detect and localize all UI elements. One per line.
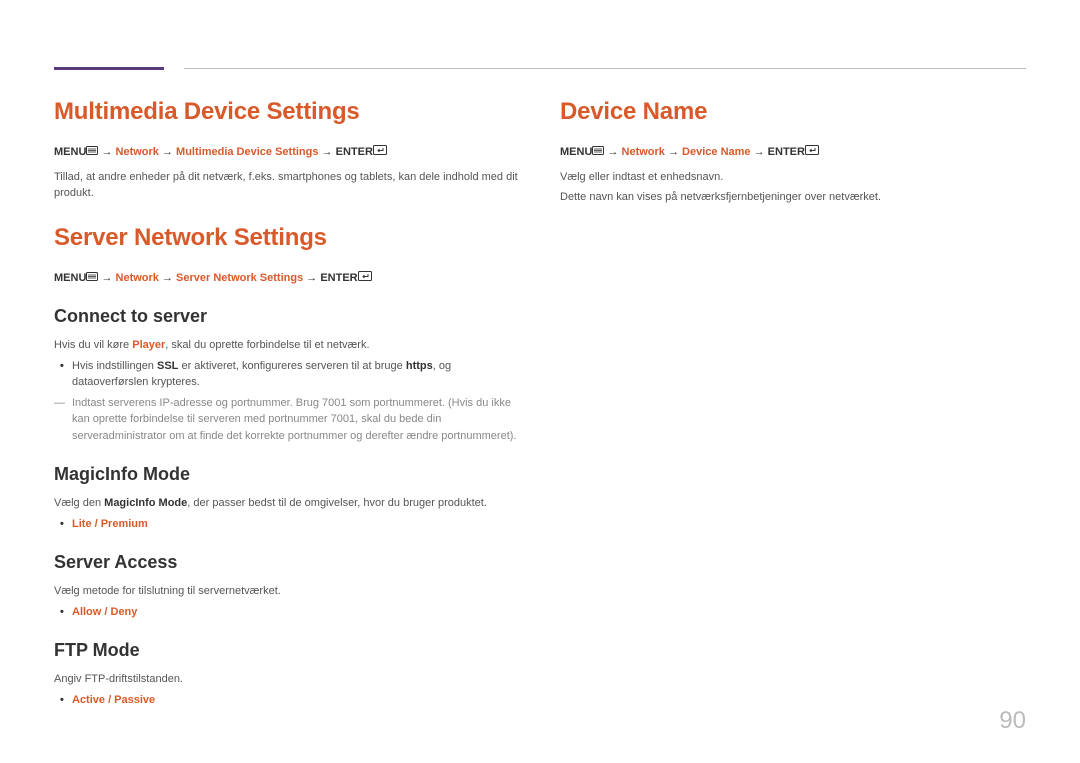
path-arrow-2: → — [665, 146, 682, 158]
path-arrow-3: → — [318, 146, 335, 158]
text-fragment: Hvis du vil køre — [54, 339, 132, 351]
player-label: Player — [132, 339, 165, 351]
header-rule — [54, 68, 1026, 70]
left-column: Multimedia Device Settings MENU → Networ… — [54, 98, 520, 723]
path-enter-label: ENTER — [336, 146, 373, 158]
nav-path-server-network: MENU → Network → Server Network Settings… — [54, 270, 520, 287]
heading-device-name: Device Name — [560, 98, 1026, 126]
device-name-description-2: Dette navn kan vises på netværksfjernbet… — [560, 189, 1026, 206]
menu-icon — [592, 144, 604, 161]
connect-bullets: Hvis indstillingen SSL er aktiveret, kon… — [54, 358, 520, 391]
path-arrow-3: → — [303, 272, 320, 284]
path-enter-label: ENTER — [320, 272, 357, 284]
path-network: Network — [622, 146, 665, 158]
device-name-description-1: Vælg eller indtast et enhedsnavn. — [560, 169, 1026, 186]
right-column: Device Name MENU → Network → Device Name… — [560, 98, 1026, 723]
path-menu-label: MENU — [54, 146, 86, 158]
path-target: Server Network Settings — [176, 272, 303, 284]
ftp-bullets: Active / Passive — [54, 692, 520, 709]
path-network: Network — [116, 146, 159, 158]
text-fragment: , skal du oprette forbindelse til et net… — [165, 339, 369, 351]
path-arrow-1: → — [98, 272, 115, 284]
heading-multimedia-device-settings: Multimedia Device Settings — [54, 98, 520, 126]
page-content: Multimedia Device Settings MENU → Networ… — [54, 98, 1026, 723]
option-allow-deny: Allow / Deny — [72, 606, 137, 618]
ftp-description: Angiv FTP-driftstilstanden. — [54, 671, 520, 688]
connect-note: Indtast serverens IP-adresse og portnumm… — [54, 395, 520, 445]
text-fragment: Hvis indstillingen — [72, 360, 157, 372]
option-lite-premium: Lite / Premium — [72, 518, 148, 530]
path-network: Network — [116, 272, 159, 284]
server-access-bullets: Allow / Deny — [54, 604, 520, 621]
text-fragment: Vælg den — [54, 497, 104, 509]
path-menu-label: MENU — [560, 146, 592, 158]
list-item: Allow / Deny — [72, 604, 520, 621]
heading-magicinfo-mode: MagicInfo Mode — [54, 464, 520, 485]
multimedia-description: Tillad, at andre enheder på dit netværk,… — [54, 169, 520, 202]
https-label: https — [406, 360, 433, 372]
path-target: Multimedia Device Settings — [176, 146, 318, 158]
path-target: Device Name — [682, 146, 751, 158]
list-item: Hvis indstillingen SSL er aktiveret, kon… — [72, 358, 520, 391]
enter-icon — [805, 144, 819, 161]
path-enter-label: ENTER — [768, 146, 805, 158]
heading-ftp-mode: FTP Mode — [54, 640, 520, 661]
header-rule-accent — [54, 67, 164, 70]
enter-icon — [358, 270, 372, 287]
enter-icon — [373, 144, 387, 161]
path-arrow-3: → — [751, 146, 768, 158]
text-fragment: , der passer bedst til de omgivelser, hv… — [187, 497, 487, 509]
heading-connect-to-server: Connect to server — [54, 306, 520, 327]
server-access-description: Vælg metode for tilslutning til serverne… — [54, 583, 520, 600]
path-arrow-2: → — [159, 272, 176, 284]
path-arrow-1: → — [604, 146, 621, 158]
ssl-label: SSL — [157, 360, 178, 372]
menu-icon — [86, 270, 98, 287]
heading-server-access: Server Access — [54, 552, 520, 573]
magicinfo-label: MagicInfo Mode — [104, 497, 187, 509]
connect-description: Hvis du vil køre Player, skal du oprette… — [54, 337, 520, 354]
text-fragment: er aktiveret, konfigureres serveren til … — [178, 360, 405, 372]
menu-icon — [86, 144, 98, 161]
nav-path-device-name: MENU → Network → Device Name → ENTER — [560, 144, 1026, 161]
list-item: Lite / Premium — [72, 516, 520, 533]
path-arrow-2: → — [159, 146, 176, 158]
path-arrow-1: → — [98, 146, 115, 158]
page-number: 90 — [999, 707, 1026, 735]
nav-path-multimedia: MENU → Network → Multimedia Device Setti… — [54, 144, 520, 161]
list-item: Active / Passive — [72, 692, 520, 709]
header-rule-line — [184, 68, 1026, 69]
heading-server-network-settings: Server Network Settings — [54, 224, 520, 252]
magicinfo-bullets: Lite / Premium — [54, 516, 520, 533]
path-menu-label: MENU — [54, 272, 86, 284]
option-active-passive: Active / Passive — [72, 694, 155, 706]
magicinfo-description: Vælg den MagicInfo Mode, der passer beds… — [54, 495, 520, 512]
